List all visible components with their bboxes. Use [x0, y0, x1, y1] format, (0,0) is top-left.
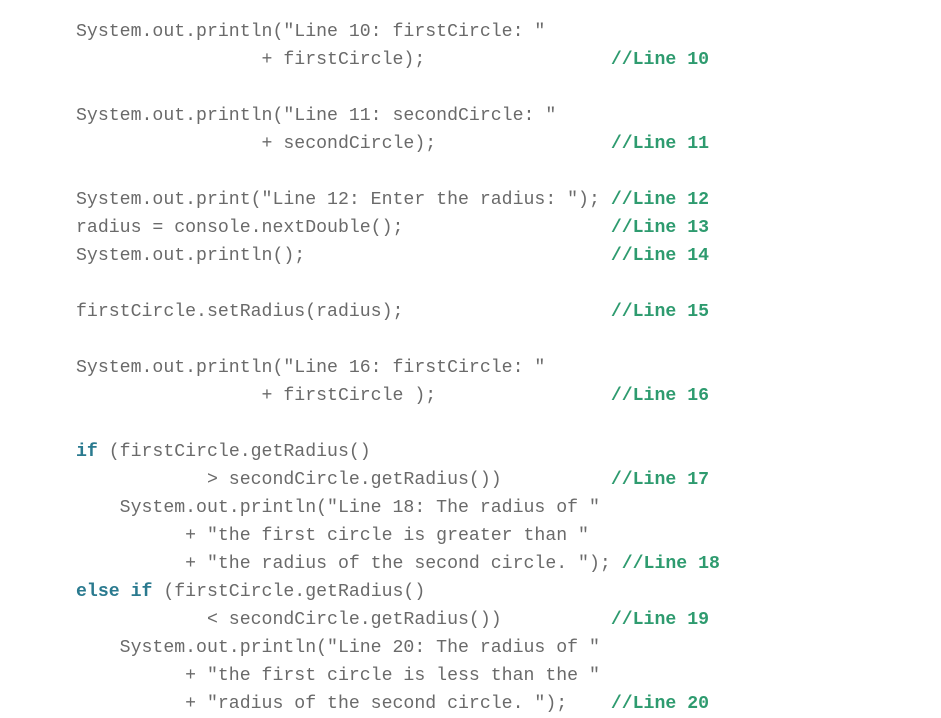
- comment-line-15: //Line 15: [611, 302, 709, 322]
- code-line: System.out.println("Line 16: firstCircle…: [76, 358, 545, 378]
- comment-line-14: //Line 14: [611, 246, 709, 266]
- code-block: System.out.println("Line 10: firstCircle…: [0, 0, 941, 718]
- code-line: + "the first circle is less than the ": [76, 666, 600, 686]
- comment-line-12: //Line 12: [611, 190, 709, 210]
- comment-line-10: //Line 10: [611, 50, 709, 70]
- code-line: + firstCircle );: [76, 386, 611, 406]
- code-line: > secondCircle.getRadius()): [76, 470, 611, 490]
- comment-line-20: //Line 20: [611, 694, 709, 714]
- keyword-else-if: else if: [76, 582, 152, 602]
- comment-line-17: //Line 17: [611, 470, 709, 490]
- keyword-if: if: [76, 442, 98, 462]
- code-line: < secondCircle.getRadius()): [76, 610, 611, 630]
- code-line: System.out.println("Line 20: The radius …: [76, 638, 600, 658]
- comment-line-18: //Line 18: [622, 554, 720, 574]
- code-line: + "radius of the second circle. ");: [76, 694, 611, 714]
- code-line: (firstCircle.getRadius(): [98, 442, 371, 462]
- code-line: + "the radius of the second circle. ");: [76, 554, 622, 574]
- comment-line-13: //Line 13: [611, 218, 709, 238]
- code-line: System.out.println("Line 11: secondCircl…: [76, 106, 556, 126]
- code-line: + secondCircle);: [76, 134, 611, 154]
- code-page: System.out.println("Line 10: firstCircle…: [0, 0, 941, 716]
- comment-line-16: //Line 16: [611, 386, 709, 406]
- code-line: firstCircle.setRadius(radius);: [76, 302, 611, 322]
- comment-line-11: //Line 11: [611, 134, 709, 154]
- code-line: System.out.print("Line 12: Enter the rad…: [76, 190, 611, 210]
- code-line: System.out.println("Line 18: The radius …: [76, 498, 600, 518]
- code-line: radius = console.nextDouble();: [76, 218, 611, 238]
- code-line: + "the first circle is greater than ": [76, 526, 589, 546]
- code-line: System.out.println();: [76, 246, 611, 266]
- comment-line-19: //Line 19: [611, 610, 709, 630]
- code-line: (firstCircle.getRadius(): [152, 582, 425, 602]
- code-line: + firstCircle);: [76, 50, 611, 70]
- code-line: System.out.println("Line 10: firstCircle…: [76, 22, 545, 42]
